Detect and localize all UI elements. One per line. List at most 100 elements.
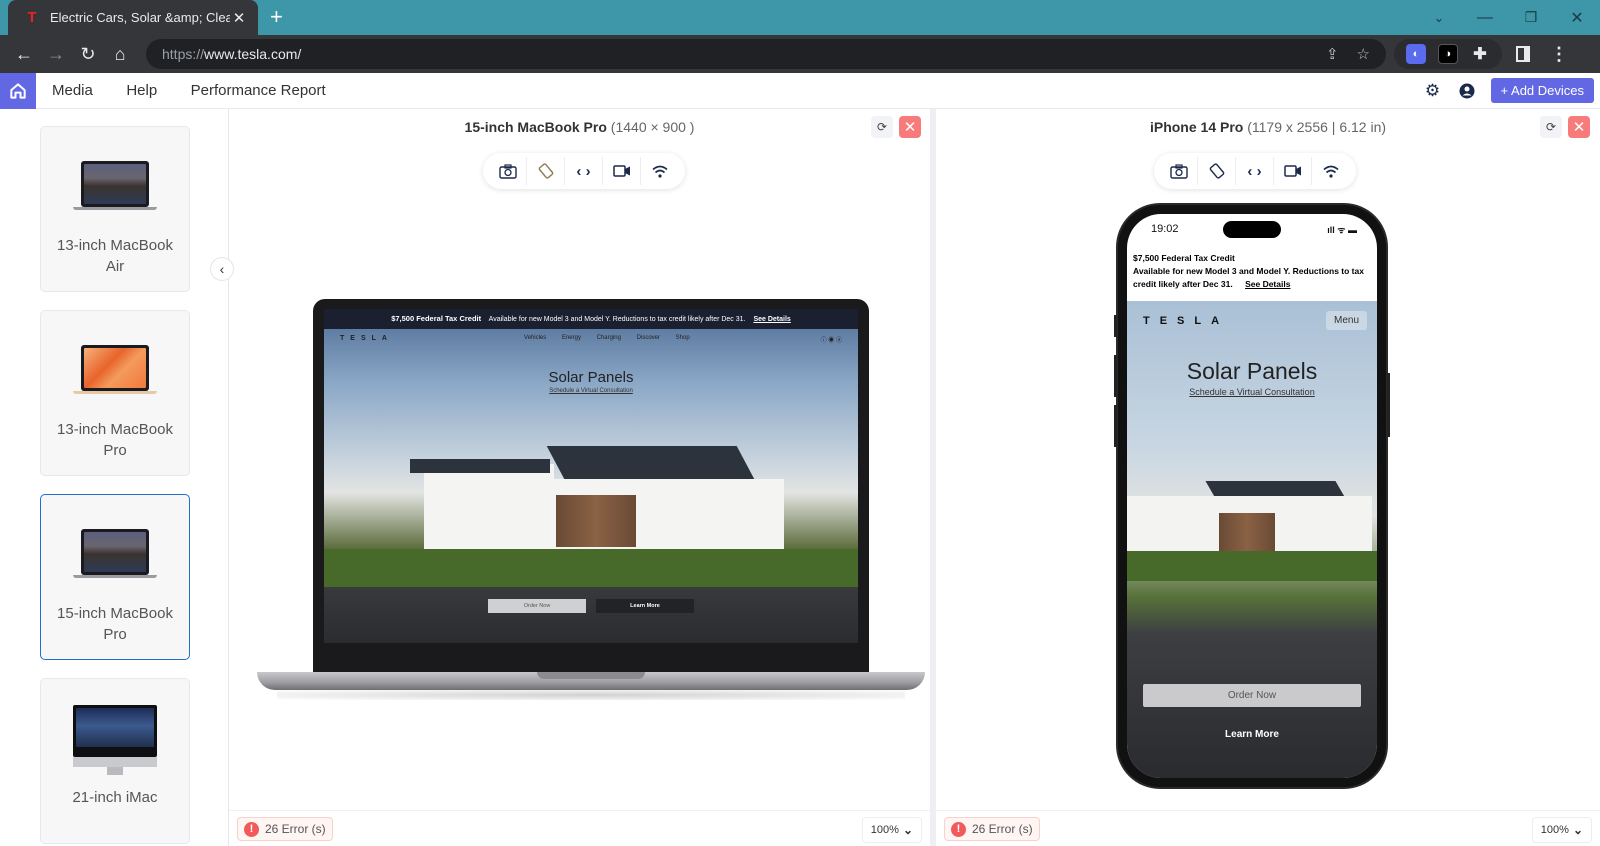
browser-titlebar: T Electric Cars, Solar &amp; Clean E ✕ +… [0, 0, 1600, 35]
reload-button[interactable]: ↻ [72, 38, 104, 70]
panel-footer: ! 26 Error (s) 100% ⌄ [229, 810, 930, 846]
app-header: Media Help Performance Report ⚙ + Add De… [0, 72, 1600, 109]
panel-title: iPhone 14 Pro (1179 x 2556 | 6.12 in) [936, 119, 1600, 135]
phone-time: 19:02 [1151, 223, 1179, 235]
website-viewport-mobile[interactable]: 19:02 ıll ᯤ ▬ $7,500 Federal Tax Credit … [1127, 214, 1377, 778]
error-badge[interactable]: ! 26 Error (s) [237, 817, 333, 841]
error-icon: ! [244, 821, 259, 837]
phone-side-button [1114, 315, 1117, 337]
device-card-13-macbook-pro[interactable]: 13-inch MacBook Pro [40, 310, 190, 476]
add-devices-button[interactable]: + Add Devices [1490, 78, 1594, 103]
tab-close-icon[interactable]: ✕ [230, 9, 248, 27]
new-tab-button[interactable]: + [270, 6, 283, 28]
device-toolbar: ‹ › [1154, 153, 1356, 189]
record-video-icon[interactable] [1274, 157, 1312, 185]
rotate-device-icon[interactable] [1198, 157, 1236, 185]
browser-toolbar: ← → ↻ ⌂ https://www.tesla.com/ ⇪ ☆ ◐ ◑ ✚… [0, 35, 1600, 73]
nav-help[interactable]: Help [126, 82, 157, 99]
site-nav-energy[interactable]: Energy [562, 335, 581, 341]
network-wifi-icon[interactable] [641, 157, 679, 185]
hero-title: Solar Panels [548, 369, 634, 386]
see-details-link[interactable]: See Details [753, 316, 790, 323]
imac-thumbnail [73, 705, 157, 775]
see-details-link[interactable]: See Details [1245, 279, 1290, 289]
screenshot-camera-icon[interactable] [1160, 157, 1198, 185]
settings-gear-icon[interactable]: ⚙ [1423, 81, 1443, 101]
order-now-button[interactable]: Order Now [488, 599, 586, 613]
browser-tab[interactable]: T Electric Cars, Solar &amp; Clean E ✕ [8, 0, 258, 35]
close-window-button[interactable]: ✕ [1554, 8, 1600, 28]
extension-icon-blue[interactable]: ◐ [1406, 44, 1426, 64]
record-video-icon[interactable] [603, 157, 641, 185]
mobile-site-body: TESLA Menu Solar Panels Schedule a Virtu… [1127, 301, 1377, 778]
error-count: 26 Error (s) [972, 822, 1033, 836]
nav-media[interactable]: Media [52, 82, 93, 99]
network-wifi-icon[interactable] [1312, 157, 1350, 185]
laptop-shadow [277, 690, 905, 700]
order-now-button[interactable]: Order Now [1143, 684, 1361, 707]
user-account-icon[interactable] [1457, 81, 1477, 101]
maximize-button[interactable]: ❐ [1508, 9, 1554, 26]
hero-subtitle-link[interactable]: Schedule a Virtual Consultation [324, 388, 858, 394]
website-viewport-desktop[interactable]: $7,500 Federal Tax Credit Available for … [324, 309, 858, 643]
code-inspect-icon[interactable]: ‹ › [1236, 157, 1274, 185]
site-nav-discover[interactable]: Discover [637, 335, 660, 341]
site-nav-shop[interactable]: Shop [676, 335, 690, 341]
laptop-lid: $7,500 Federal Tax Credit Available for … [313, 299, 869, 673]
macbook-air-thumbnail [73, 161, 157, 213]
collapse-sidebar-button[interactable]: ‹ [210, 257, 234, 281]
error-badge[interactable]: ! 26 Error (s) [944, 817, 1040, 841]
device-name: iPhone 14 Pro [1149, 119, 1244, 135]
address-bar[interactable]: https://www.tesla.com/ ⇪ ☆ [146, 39, 1386, 69]
zoom-value: 100% [1540, 824, 1569, 836]
menu-button[interactable]: Menu [1325, 311, 1367, 330]
phone-power-button [1387, 373, 1390, 437]
signal-wifi-battery-icons: ıll ᯤ ▬ [1327, 224, 1357, 235]
share-icon[interactable]: ⇪ [1326, 45, 1339, 63]
window-controls: ⌄ — ❐ ✕ [1416, 0, 1600, 35]
macbook-pro-15-thumbnail [73, 529, 157, 581]
bookmark-star-icon[interactable]: ☆ [1357, 45, 1370, 63]
tab-search-icon[interactable]: ⌄ [1416, 10, 1462, 26]
screenshot-camera-icon[interactable] [489, 157, 527, 185]
rotate-device-icon[interactable] [527, 157, 565, 185]
close-panel-button[interactable]: ✕ [899, 116, 921, 138]
close-panel-button[interactable]: ✕ [1568, 116, 1590, 138]
back-button[interactable]: ← [8, 38, 40, 70]
hero-subtitle-link[interactable]: Schedule a Virtual Consultation [1127, 387, 1377, 397]
device-card-21-imac[interactable]: 21-inch iMac [40, 678, 190, 844]
minimize-button[interactable]: — [1462, 9, 1508, 27]
zoom-select[interactable]: 100% ⌄ [1531, 817, 1592, 843]
side-panel-icon[interactable] [1516, 46, 1530, 62]
code-inspect-icon[interactable]: ‹ › [565, 157, 603, 185]
learn-more-button[interactable]: Learn More [1127, 729, 1377, 740]
hero: Solar Panels Schedule a Virtual Consulta… [324, 369, 858, 394]
site-nav-charging[interactable]: Charging [597, 335, 621, 341]
home-button[interactable]: ⌂ [104, 38, 136, 70]
site-nav: TESLA Menu [1127, 301, 1377, 330]
tesla-logo[interactable]: TESLA [1143, 315, 1229, 327]
refresh-icon[interactable]: ⟳ [1540, 116, 1562, 138]
device-panel-macbook-pro: 15-inch MacBook Pro (1440 × 900 ) ⟳ ✕ ‹ … [229, 109, 936, 846]
home-icon[interactable] [0, 72, 36, 109]
url-host: www.tesla.com/ [204, 46, 302, 62]
extensions-puzzle-icon[interactable]: ✚ [1470, 44, 1490, 64]
site-nav-icons[interactable]: ⓘ ◉ ⓐ [821, 335, 842, 344]
learn-more-button[interactable]: Learn More [596, 599, 694, 613]
tesla-logo[interactable]: TESLA [340, 335, 393, 344]
zoom-value: 100% [870, 824, 899, 836]
macbook-pro-mockup: $7,500 Federal Tax Credit Available for … [257, 299, 925, 709]
site-nav-vehicles[interactable]: Vehicles [524, 335, 546, 341]
nav-performance-report[interactable]: Performance Report [191, 82, 326, 99]
app-nav: Media Help Performance Report [36, 82, 338, 100]
device-card-13-macbook-air[interactable]: 13-inch MacBook Air [40, 126, 190, 292]
device-card-15-macbook-pro[interactable]: 15-inch MacBook Pro [40, 494, 190, 660]
extension-icon-black[interactable]: ◑ [1438, 44, 1458, 64]
forward-button[interactable]: → [40, 38, 72, 70]
hero-title: Solar Panels [1186, 358, 1318, 384]
browser-menu-icon[interactable]: ⋮ [1550, 44, 1568, 65]
zoom-select[interactable]: 100% ⌄ [861, 817, 922, 843]
site-nav: TESLA Vehicles Energy Charging Discover … [340, 335, 842, 344]
dynamic-island [1223, 221, 1281, 238]
refresh-icon[interactable]: ⟳ [871, 116, 893, 138]
